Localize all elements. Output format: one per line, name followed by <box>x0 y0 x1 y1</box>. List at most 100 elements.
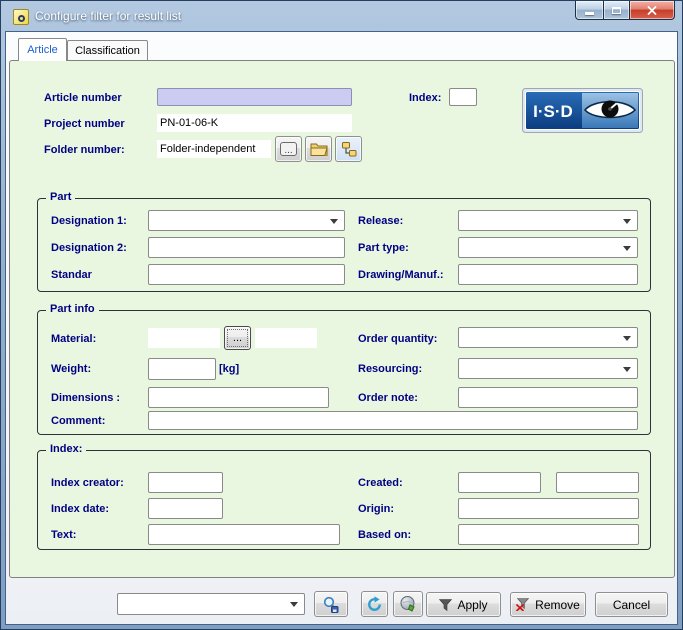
material-input[interactable] <box>148 328 220 348</box>
part-group: Part Designation 1: Release: Designation… <box>37 191 651 292</box>
index-group: Index: Index creator: Created: Index dat… <box>37 443 651 550</box>
apply-button-label: Apply <box>457 597 488 612</box>
drawing-manuf-input[interactable] <box>458 264 638 285</box>
comment-input[interactable] <box>148 411 638 430</box>
structure-icon <box>341 142 356 157</box>
index-date-label: Index date: <box>51 503 110 515</box>
globe-icon <box>400 596 415 612</box>
resourcing-label: Resourcing: <box>358 363 423 375</box>
based-on-input[interactable] <box>458 524 639 545</box>
chevron-down-icon <box>623 219 631 228</box>
material-label: Material: <box>51 333 97 345</box>
remove-button-label: Remove <box>535 597 580 612</box>
isd-logo: I·S·D <box>522 88 643 133</box>
window-controls <box>575 1 675 20</box>
order-quantity-label: Order quantity: <box>358 333 438 345</box>
part-info-group-legend: Part info <box>46 303 99 315</box>
chevron-down-icon <box>290 602 298 611</box>
window-title: Configure filter for result list <box>35 9 182 23</box>
tab-classification[interactable]: Classification <box>67 40 148 61</box>
refresh-button[interactable] <box>361 591 388 617</box>
cancel-button-label: Cancel <box>612 597 651 612</box>
cancel-button[interactable]: Cancel <box>595 592 668 617</box>
article-tab-page: Article number Index: I·S·D Project numb… <box>9 60 675 578</box>
folder-number-input[interactable] <box>157 140 271 158</box>
project-number-input[interactable] <box>157 114 352 132</box>
isd-logo-text: I·S·D <box>533 102 573 121</box>
article-number-input[interactable] <box>157 88 352 106</box>
index-creator-input[interactable] <box>148 472 223 493</box>
minimize-button[interactable] <box>575 1 603 20</box>
funnel-icon <box>439 598 453 611</box>
project-number-label: Project number <box>44 118 125 130</box>
folder-structure-button[interactable] <box>335 136 362 162</box>
saved-filter-combo[interactable] <box>117 593 305 615</box>
designation2-input[interactable] <box>148 237 345 258</box>
standard-label: Standar <box>51 269 92 281</box>
remove-button[interactable]: Remove <box>510 592 586 617</box>
part-group-legend: Part <box>46 191 76 203</box>
chevron-down-icon <box>623 246 631 255</box>
environment-button[interactable] <box>393 591 423 617</box>
material-input-2[interactable] <box>255 328 317 348</box>
order-note-label: Order note: <box>358 392 418 404</box>
dialog-window: Configure filter for result list Article… <box>0 0 683 630</box>
release-label: Release: <box>358 215 404 227</box>
tab-classification-label: Classification <box>75 45 140 57</box>
created-label: Created: <box>358 477 403 489</box>
chevron-down-icon <box>623 336 631 345</box>
resourcing-combo[interactable] <box>458 358 638 379</box>
tab-article[interactable]: Article <box>18 38 67 61</box>
weight-input[interactable] <box>148 358 216 380</box>
search-save-icon <box>323 596 338 613</box>
save-search-button[interactable] <box>314 591 348 617</box>
part-info-group: Part info Material: ... Order quantity: … <box>37 303 651 435</box>
browse-icon: ... <box>280 142 297 156</box>
order-note-input[interactable] <box>458 387 638 408</box>
funnel-remove-icon <box>516 598 530 611</box>
origin-input[interactable] <box>458 498 639 519</box>
designation2-label: Designation 2: <box>51 242 127 254</box>
created-input-2[interactable] <box>556 472 639 493</box>
minimize-icon <box>585 12 594 15</box>
order-quantity-combo[interactable] <box>458 327 638 348</box>
weight-label: Weight: <box>51 363 92 375</box>
index-input[interactable] <box>449 88 477 106</box>
folder-browse-button[interactable]: ... <box>275 136 302 162</box>
refresh-icon <box>368 595 381 611</box>
text-input[interactable] <box>148 524 340 545</box>
maximize-button[interactable] <box>603 1 630 20</box>
designation1-label: Designation 1: <box>51 215 127 227</box>
index-label: Index: <box>409 92 442 104</box>
index-group-legend: Index: <box>46 443 87 455</box>
maximize-icon <box>612 6 621 14</box>
material-browse-button[interactable]: ... <box>224 326 251 350</box>
created-input-1[interactable] <box>458 472 541 493</box>
designation1-combo[interactable] <box>148 210 345 231</box>
release-combo[interactable] <box>458 210 638 231</box>
folder-number-label: Folder number: <box>44 144 125 156</box>
part-type-combo[interactable] <box>458 237 638 258</box>
open-folder-button[interactable] <box>305 136 332 162</box>
based-on-label: Based on: <box>358 529 412 541</box>
text-label: Text: <box>51 529 77 541</box>
close-button[interactable] <box>630 1 675 20</box>
standard-input[interactable] <box>148 264 345 285</box>
folder-icon <box>310 143 328 156</box>
close-icon <box>647 5 657 15</box>
tab-article-label: Article <box>27 44 58 56</box>
dimensions-input[interactable] <box>148 387 329 408</box>
dimensions-label: Dimensions : <box>51 392 121 404</box>
origin-label: Origin: <box>358 503 395 515</box>
weight-unit-label: [kg] <box>219 363 240 375</box>
index-creator-label: Index creator: <box>51 477 124 489</box>
article-number-label: Article number <box>44 92 122 104</box>
index-date-input[interactable] <box>148 498 223 519</box>
apply-button[interactable]: Apply <box>426 592 501 617</box>
comment-label: Comment: <box>51 415 106 427</box>
app-icon <box>13 9 29 25</box>
drawing-manuf-label: Drawing/Manuf.: <box>358 269 444 281</box>
chevron-down-icon <box>330 219 338 228</box>
chevron-down-icon <box>623 367 631 376</box>
part-type-label: Part type: <box>358 242 409 254</box>
